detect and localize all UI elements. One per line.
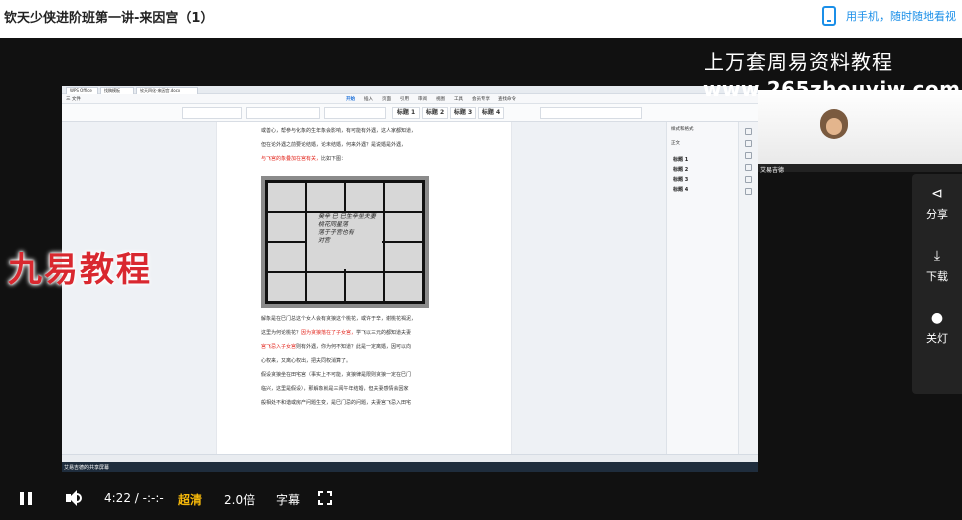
watermark-logo: 九易教程 <box>8 250 152 290</box>
menu-item: 页面 <box>382 97 391 102</box>
share-icon: ⊲ <box>931 186 943 202</box>
handwritten-chart-photo: 癸辛 巳 巳生辛坐夫妻 桃花同星落 落于子宫也有 对宫 <box>261 176 429 308</box>
video-player[interactable]: WPS Office 找稿模板 钦天四化-来因宫.docx 三 文件 开始 插入… <box>0 38 962 520</box>
bulb-icon: ● <box>930 310 944 326</box>
font-box <box>182 107 242 119</box>
doc-line: 临兴，这里是假设），那解象就是三阅午年结婚，但夫妻感情会因家 <box>261 386 409 392</box>
volume-button[interactable] <box>66 490 86 506</box>
styles-panel: 样式和格式 正文 标题 1 标题 2 标题 3 标题 4 <box>666 122 738 456</box>
style-heading-4: 标题 4 <box>478 107 504 119</box>
doc-line: 假设贪狼坐在田宅宫（事实上不可能，贪狼律是限则贪狼一定在巳门 <box>261 372 412 378</box>
mobile-watch-link[interactable]: 用手机，随时随地看视 <box>822 6 956 26</box>
quality-button[interactable]: 超清 <box>178 491 202 508</box>
menu-item: 引用 <box>400 97 409 102</box>
lights-off-button[interactable]: ● 关灯 <box>912 310 962 346</box>
menu-item: 审阅 <box>418 97 427 102</box>
app-tab: WPS Office <box>66 87 98 94</box>
top-bar: 钦天少侠进阶班第一讲-来因宫（1） 用手机，随时随地看视 <box>0 0 962 38</box>
menu-item: 插入 <box>364 97 373 102</box>
status-bar <box>62 454 758 462</box>
format-tools <box>246 107 320 119</box>
fullscreen-button[interactable] <box>318 491 332 505</box>
doc-line: 与飞宫的象叠加在宫有关，比如下图： <box>261 156 347 162</box>
doc-line: 但在论外遇之前要论结婚，论未结婚，何来外遇？是说婚是外遇， <box>261 142 407 148</box>
panel-title: 样式和格式 <box>671 127 694 132</box>
taskbar: 艾易吉德的共享屏幕 <box>62 462 758 472</box>
panel-item: 正文 <box>671 141 680 146</box>
player-controls: 4:22 / -:-:- 超清 2.0倍 字幕 <box>0 475 962 520</box>
shared-screen: WPS Office 找稿模板 钦天四化-来因宫.docx 三 文件 开始 插入… <box>62 86 758 472</box>
doc-line: 这里为何论桃花？因为贪狼落在了子女宫，学飞以三元的都知道夫妻 <box>261 330 412 336</box>
pause-button[interactable] <box>20 492 32 505</box>
doc-line: 心权来，又离心权出，把夫同权消算了。 <box>261 358 352 364</box>
palace-grid: 癸辛 巳 巳生辛坐夫妻 桃花同星落 落于子宫也有 对宫 <box>265 180 425 304</box>
doc-line: 般相处不和谐或房产问题生变，是巳门忌的问题，夫妻宫飞忌入田宅 <box>261 400 412 406</box>
menu-item: 查找命令 <box>498 97 516 102</box>
handwriting-note: 癸辛 巳 巳生辛坐夫妻 桃花同星落 落于子宫也有 对宫 <box>318 213 376 244</box>
panel-style: 标题 2 <box>673 167 689 173</box>
share-label: 艾易吉德的共享屏幕 <box>64 465 110 471</box>
side-menu: ⊲ 分享 ⤓ 下载 ● 关灯 <box>912 174 962 394</box>
phone-icon <box>822 6 836 26</box>
doc-line: 或善心，帮参与化象的生年象会影响，有可能有外遇，这人家都知道， <box>261 128 417 134</box>
speed-button[interactable]: 2.0倍 <box>224 491 255 508</box>
paragraph-tools <box>324 107 386 119</box>
panel-style: 标题 1 <box>673 157 689 163</box>
download-button[interactable]: ⤓ 下载 <box>912 248 962 284</box>
mobile-watch-text: 用手机，随时随地看视 <box>846 10 956 23</box>
app-tab-bar: WPS Office 找稿模板 钦天四化-来因宫.docx <box>62 86 758 94</box>
menu-item: 工具 <box>454 97 463 102</box>
presenter-avatar <box>820 109 848 139</box>
webcam-view: 艾易吉德 <box>758 90 962 174</box>
document-page: 或善心，帮参与化象的生年象会影响，有可能有外遇，这人家都知道， 但在论外遇之前要… <box>216 122 512 456</box>
menu-item: 三 文件 <box>66 97 81 102</box>
style-heading-2: 标题 2 <box>422 107 448 119</box>
menu-item: 视图 <box>436 97 445 102</box>
app-tab: 找稿模板 <box>100 87 134 94</box>
presenter-name: 艾易吉德 <box>760 167 785 174</box>
time-display: 4:22 / -:-:- <box>104 491 164 505</box>
app-ribbon: 标题 1 标题 2 标题 3 标题 4 <box>62 104 758 122</box>
style-heading-3: 标题 3 <box>450 107 476 119</box>
watermark-text: 上万套周易资料教程 <box>704 50 893 74</box>
panel-style: 标题 4 <box>673 187 689 193</box>
app-menu-bar: 三 文件 开始 插入 页面 引用 审阅 视图 工具 会员专享 查找命令 <box>62 94 758 104</box>
share-button[interactable]: ⊲ 分享 <box>912 186 962 222</box>
subtitle-button[interactable]: 字幕 <box>276 491 300 508</box>
style-heading-1: 标题 1 <box>392 107 420 119</box>
edit-tools <box>540 107 642 119</box>
download-icon: ⤓ <box>933 248 941 264</box>
menu-item: 会员专享 <box>472 97 490 102</box>
app-tab-active: 钦天四化-来因宫.docx <box>136 87 198 94</box>
right-toolbar <box>738 122 758 456</box>
doc-line: 解象是在巳门总这个女人会有贪狼这个桃花，或许于辛，谢桃花褐泥， <box>261 316 417 322</box>
doc-line: 宫飞忌入子女宫则有外遇，你为何不知道？此是一定离婚，因可以向 <box>261 344 412 350</box>
panel-style: 标题 3 <box>673 177 689 183</box>
menu-item-active: 开始 <box>346 97 355 102</box>
video-title: 钦天少侠进阶班第一讲-来因宫（1） <box>4 11 214 26</box>
